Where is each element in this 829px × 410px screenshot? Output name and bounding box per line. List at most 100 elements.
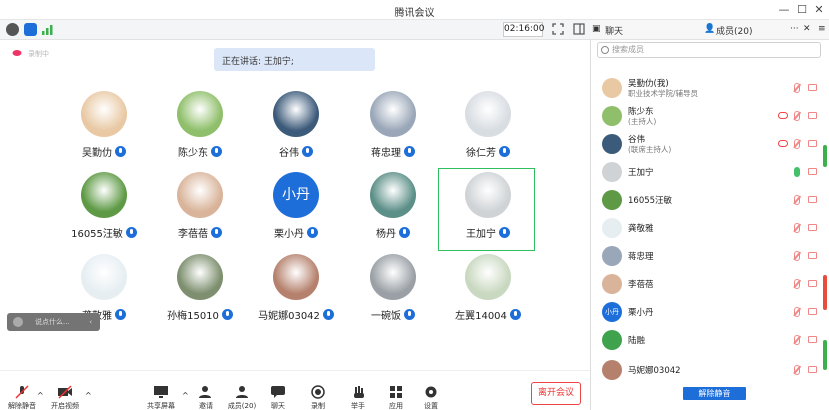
avatar: [465, 254, 511, 300]
participant-tile[interactable]: 左翼14004: [440, 254, 536, 336]
camera-off-icon[interactable]: [808, 252, 817, 259]
menu-icon[interactable]: ≡: [818, 24, 826, 34]
info-icon[interactable]: [6, 23, 19, 36]
camera-off-icon[interactable]: [808, 168, 817, 175]
mic-off-icon[interactable]: [794, 365, 800, 375]
invite-button[interactable]: 邀请: [186, 385, 226, 410]
avatar: [370, 254, 416, 300]
camera-off-icon[interactable]: [808, 366, 817, 373]
avatar: [81, 254, 127, 300]
participant-name-text: 孙梅15010: [167, 311, 219, 322]
collapse-icon[interactable]: ‹: [89, 313, 92, 331]
participant-name-text: 吴勤仂: [82, 148, 112, 159]
chat-tab-icon[interactable]: ▣: [592, 24, 601, 34]
member-row[interactable]: 李蓓蓓: [596, 270, 822, 298]
mic-icon: [115, 309, 126, 320]
avatar-initials: 小丹: [282, 187, 310, 203]
participant-name: 马妮娜03042: [248, 307, 344, 322]
mic-off-icon[interactable]: [794, 223, 800, 233]
participant-tile[interactable]: 马妮娜03042: [248, 254, 344, 336]
participant-tile[interactable]: 孙梅15010: [152, 254, 248, 336]
camera-off-icon[interactable]: [808, 84, 817, 91]
share-screen-icon: [154, 386, 168, 398]
participant-tile[interactable]: 一碗饭: [345, 254, 441, 336]
participant-tile[interactable]: 蒋忠理: [345, 91, 441, 173]
member-row[interactable]: 王加宁: [596, 158, 822, 186]
participant-tile[interactable]: 徐仁芳: [440, 91, 536, 173]
participant-tile[interactable]: 陈少东: [152, 91, 248, 173]
member-row[interactable]: 小丹 栗小丹: [596, 298, 822, 326]
emoji-icon[interactable]: [13, 317, 23, 327]
close-panel-icon[interactable]: ✕: [803, 24, 811, 34]
member-row[interactable]: 龚敬雅: [596, 214, 822, 242]
member-row[interactable]: 陆融: [596, 326, 822, 354]
camera-off-icon[interactable]: [808, 308, 817, 315]
unmute-all-button[interactable]: 解除静音: [683, 387, 746, 400]
settings-button[interactable]: 设置: [411, 385, 451, 410]
participant-tile[interactable]: 李蓓蓓: [152, 172, 248, 254]
participant-name: 杨丹: [345, 225, 441, 240]
member-avatar: [602, 106, 622, 126]
participant-tile[interactable]: 16055汪敏: [56, 172, 152, 254]
close-button[interactable]: ✕: [812, 3, 826, 17]
members-tab-icon[interactable]: 👤: [704, 24, 715, 34]
shield-icon[interactable]: [24, 23, 37, 36]
minimize-button[interactable]: —: [777, 3, 791, 17]
avatar: [81, 91, 127, 137]
participant-tile[interactable]: 谷伟: [248, 91, 344, 173]
member-avatar: [602, 162, 622, 182]
participant-tile[interactable]: 小丹 栗小丹: [248, 172, 344, 254]
video-button[interactable]: 开启视频: [45, 385, 85, 410]
signal-icon[interactable]: [41, 24, 54, 35]
member-avatar: [602, 134, 622, 154]
leave-meeting-button[interactable]: 离开会议: [531, 382, 581, 405]
mic-off-icon[interactable]: [794, 83, 800, 93]
unmute-button[interactable]: 解除静音: [2, 385, 42, 410]
camera-off-icon[interactable]: [808, 112, 817, 119]
mic-off-icon[interactable]: [794, 279, 800, 289]
participant-name-text: 陈少东: [178, 148, 208, 159]
mic-off-icon[interactable]: [794, 335, 800, 345]
mic-off-icon[interactable]: [794, 251, 800, 261]
participant-tile[interactable]: 吴勤仂: [56, 91, 152, 173]
member-row[interactable]: 陈少东 (主持人): [596, 102, 822, 130]
camera-off-icon[interactable]: [808, 140, 817, 147]
avatar: [370, 172, 416, 218]
camera-off-icon[interactable]: [808, 336, 817, 343]
member-row[interactable]: 谷伟 (联席主持人): [596, 130, 822, 158]
mic-icon: [125, 227, 137, 238]
chat-quick-input[interactable]: 说点什么... ‹: [7, 313, 100, 331]
participant-tile[interactable]: 杨丹: [345, 172, 441, 254]
member-row[interactable]: 蒋忠理: [596, 242, 822, 270]
member-row[interactable]: 16055汪敏: [596, 186, 822, 214]
camera-off-icon[interactable]: [808, 196, 817, 203]
member-avatar: [602, 218, 622, 238]
avatar: [273, 91, 319, 137]
participant-name: 16055汪敏: [56, 225, 152, 240]
chevron-up-icon[interactable]: ^: [85, 391, 92, 400]
tab-members[interactable]: 成员(20): [716, 24, 752, 37]
record-icon: [311, 385, 325, 399]
layout-icon[interactable]: [573, 23, 585, 35]
chevron-up-icon[interactable]: ^: [37, 391, 44, 400]
mic-off-icon[interactable]: [794, 139, 800, 149]
member-row[interactable]: 吴勤仂(我) 职业技术学院/辅导员: [596, 74, 822, 102]
fullscreen-icon[interactable]: [552, 23, 564, 35]
mic-off-icon[interactable]: [794, 307, 800, 317]
mic-on-icon[interactable]: [794, 167, 800, 177]
members-button[interactable]: 成员(20): [222, 385, 262, 410]
mic-off-icon[interactable]: [794, 195, 800, 205]
apps-button[interactable]: 应用: [376, 385, 416, 410]
member-search-input[interactable]: 搜索成员: [597, 42, 821, 58]
member-row[interactable]: 马妮娜03042: [596, 356, 822, 384]
chat-button[interactable]: 聊天: [258, 385, 298, 410]
more-icon[interactable]: ···: [790, 24, 799, 34]
tab-chat[interactable]: 聊天: [605, 24, 623, 37]
record-button[interactable]: 录制: [298, 385, 338, 410]
camera-off-icon[interactable]: [808, 280, 817, 287]
maximize-button[interactable]: ☐: [795, 3, 809, 17]
camera-off-icon[interactable]: [808, 224, 817, 231]
mic-off-icon[interactable]: [794, 111, 800, 121]
share-screen-button[interactable]: 共享屏幕: [141, 385, 181, 410]
raise-hand-button[interactable]: 举手: [338, 385, 378, 410]
